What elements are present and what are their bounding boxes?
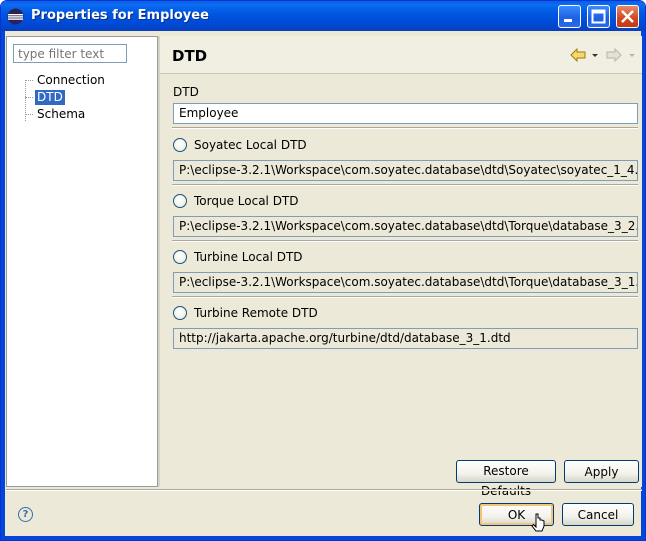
- radio-button[interactable]: [173, 250, 187, 264]
- forward-dropdown-icon: [629, 54, 635, 57]
- turbine-remote-label[interactable]: Turbine Remote DTD: [194, 306, 318, 320]
- minimize-button[interactable]: [558, 5, 581, 28]
- dtd-field-label: DTD: [173, 85, 199, 99]
- eclipse-icon: [7, 8, 24, 25]
- tree-connector: [25, 97, 33, 98]
- back-dropdown-icon[interactable]: [591, 48, 599, 62]
- separator: [172, 296, 638, 298]
- apply-button[interactable]: Apply: [564, 460, 639, 483]
- page-title: DTD: [172, 47, 208, 65]
- tree-item-connection[interactable]: Connection: [35, 73, 107, 88]
- property-tree-panel: Connection DTD Schema: [6, 36, 158, 487]
- minimize-icon: [564, 19, 572, 22]
- torque-local-label[interactable]: Torque Local DTD: [194, 194, 299, 208]
- turbine-local-path: P:\eclipse-3.2.1\Workspace\com.soyatec.d…: [173, 272, 638, 293]
- cancel-button[interactable]: Cancel: [562, 503, 634, 526]
- turbine-local-label[interactable]: Turbine Local DTD: [194, 250, 303, 264]
- dtd-page: DTD DTD Employee Soyatec Local DTD P:\ec…: [160, 36, 642, 498]
- maximize-button[interactable]: [587, 5, 610, 28]
- close-icon: [621, 10, 634, 23]
- soyatec-local-label[interactable]: Soyatec Local DTD: [194, 138, 307, 152]
- maximize-icon: [591, 9, 606, 24]
- back-arrow-icon[interactable]: [570, 48, 586, 62]
- dtd-name-field[interactable]: Employee: [173, 103, 638, 124]
- separator: [172, 184, 638, 186]
- restore-defaults-button[interactable]: Restore Defaults: [456, 460, 556, 498]
- tree-item-dtd[interactable]: DTD: [35, 90, 65, 105]
- radio-button[interactable]: [173, 194, 187, 208]
- tree-connector: [25, 80, 33, 81]
- window-frame-left: [1, 31, 5, 540]
- window-frame-bottom: [1, 536, 645, 540]
- soyatec-local-path: P:\eclipse-3.2.1\Workspace\com.soyatec.d…: [173, 160, 638, 181]
- separator: [172, 240, 638, 242]
- separator: [172, 127, 638, 129]
- title-bar[interactable]: Properties for Employee: [1, 1, 645, 31]
- turbine-remote-url: http://jakarta.apache.org/turbine/dtd/da…: [173, 328, 638, 349]
- help-icon[interactable]: ?: [18, 507, 33, 522]
- radio-button[interactable]: [173, 306, 187, 320]
- tree-item-schema[interactable]: Schema: [35, 107, 87, 122]
- mouse-cursor-icon: [531, 513, 545, 532]
- tree-connector: [25, 114, 33, 115]
- close-button[interactable]: [616, 5, 639, 28]
- filter-input[interactable]: [13, 44, 127, 63]
- torque-local-path: P:\eclipse-3.2.1\Workspace\com.soyatec.d…: [173, 216, 638, 237]
- page-header: DTD: [160, 36, 642, 74]
- window-title: Properties for Employee: [31, 8, 209, 23]
- radio-button[interactable]: [173, 138, 187, 152]
- footer-separator: [6, 489, 642, 491]
- properties-dialog: Properties for Employee Connection DTD S…: [0, 0, 646, 541]
- forward-arrow-icon: [606, 48, 622, 62]
